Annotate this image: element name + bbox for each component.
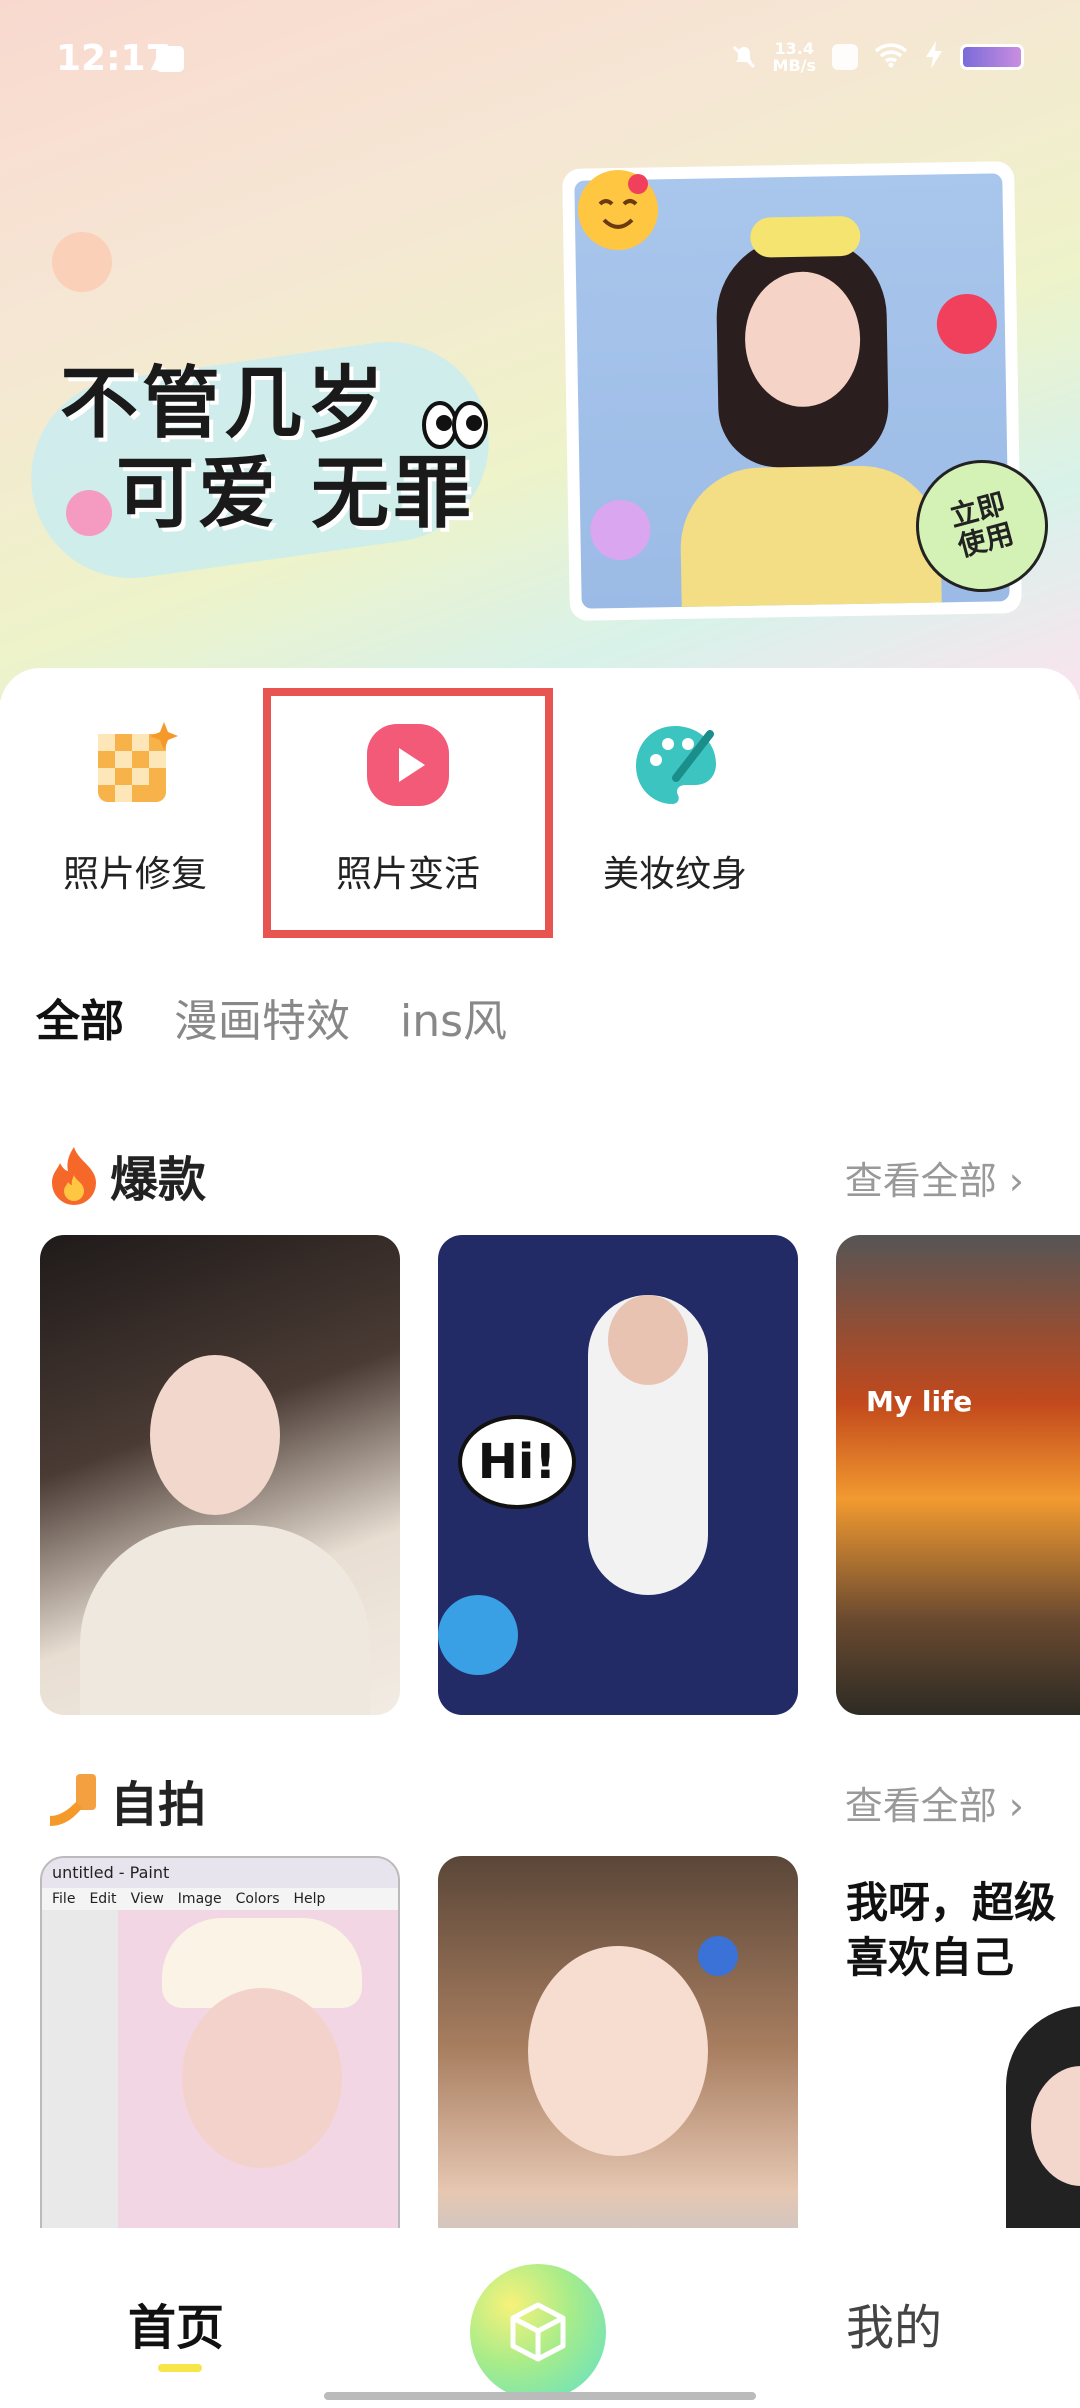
- highlight-box: [263, 688, 553, 938]
- chevron-right-icon: ›: [1008, 1159, 1024, 1203]
- banner-slogan: 不管几岁 可爱 无罪: [60, 359, 476, 539]
- view-all-selfie-link[interactable]: 查看全部 ›: [845, 1775, 1024, 1830]
- smiley-sticker-icon: [578, 170, 658, 250]
- menu-item: Image: [177, 1891, 222, 1907]
- menu-item: Colors: [235, 1891, 280, 1907]
- fire-icon: [52, 1147, 96, 1205]
- chevron-right-icon: ›: [1008, 1784, 1024, 1828]
- tool-label: 照片修复: [62, 854, 207, 895]
- view-all-text: 查看全部: [844, 1784, 997, 1828]
- menu-item: View: [130, 1891, 164, 1907]
- bottom-nav: 首页 我的: [0, 2228, 1080, 2408]
- flower-decoration: [52, 232, 112, 292]
- cube-icon: [510, 2302, 566, 2362]
- tool-makeup-tattoo[interactable]: 美妆纹身: [555, 700, 795, 930]
- status-bar: 12:17 13.4 MB/s: [0, 0, 1080, 120]
- tool-photo-repair[interactable]: 照片修复: [15, 700, 255, 930]
- selfie-icon: [50, 1774, 96, 1826]
- template-card[interactable]: Hi!: [438, 1235, 798, 1715]
- card-caption: My life: [866, 1385, 973, 1418]
- template-card[interactable]: [438, 1856, 798, 2236]
- battery-icon: [960, 44, 1024, 70]
- view-all-text: 查看全部: [844, 1159, 997, 1203]
- selfie-card-row: untitled - Paint File Edit View Image Co…: [40, 1856, 1080, 2236]
- status-icons: 13.4 MB/s: [731, 40, 1024, 74]
- paint-menu-bar: File Edit View Image Colors Help: [42, 1888, 398, 1910]
- template-card[interactable]: untitled - Paint File Edit View Image Co…: [40, 1856, 400, 2236]
- tab-ins-style[interactable]: ins风: [400, 985, 507, 1065]
- template-card[interactable]: 我呀，超级喜欢自己: [836, 1856, 1080, 2236]
- section-title-text: 自拍: [110, 1777, 207, 1833]
- status-time: 12:17: [56, 38, 171, 79]
- view-all-hot-link[interactable]: 查看全部 ›: [845, 1150, 1024, 1205]
- nav-mine[interactable]: 我的: [846, 2288, 942, 2358]
- tab-comic-effects[interactable]: 漫画特效: [174, 985, 350, 1065]
- card-caption: 我呀，超级喜欢自己: [846, 1878, 1057, 1982]
- message-icon: [156, 46, 184, 72]
- card-caption: Hi!: [458, 1415, 576, 1509]
- eyes-sticker-icon: [422, 401, 488, 449]
- tab-all[interactable]: 全部: [36, 985, 124, 1071]
- slogan-line-1: 不管几岁: [60, 359, 389, 449]
- card-caption: untitled - Paint: [42, 1858, 398, 1888]
- nav-home[interactable]: 首页: [128, 2288, 224, 2372]
- wifi-icon: [874, 42, 908, 72]
- charging-icon: [924, 41, 944, 73]
- net-speed-unit: MB/s: [772, 56, 816, 75]
- slogan-line-2: 可爱 无罪: [116, 448, 476, 539]
- template-card[interactable]: My life: [836, 1235, 1080, 1715]
- section-title-hot: 爆款: [46, 1140, 206, 1210]
- category-tabs: 全部 漫画特效 ins风: [36, 985, 507, 1071]
- palette-icon: [636, 726, 716, 804]
- hot-card-row: Hi! My life: [40, 1235, 1080, 1715]
- section-title-selfie: 自拍: [46, 1765, 206, 1835]
- section-title-text: 爆款: [110, 1152, 207, 1208]
- tool-label: 美妆纹身: [602, 854, 747, 895]
- menu-item: Edit: [89, 1891, 117, 1907]
- menu-item: File: [52, 1891, 76, 1907]
- sim-icon: [832, 44, 858, 70]
- menu-item: Help: [293, 1891, 326, 1907]
- create-button[interactable]: [470, 2264, 606, 2400]
- home-indicator[interactable]: [324, 2392, 756, 2400]
- photo-repair-icon: [98, 722, 178, 802]
- net-speed: 13.4 MB/s: [773, 40, 816, 74]
- mute-icon: [731, 44, 757, 70]
- template-card[interactable]: [40, 1235, 400, 1715]
